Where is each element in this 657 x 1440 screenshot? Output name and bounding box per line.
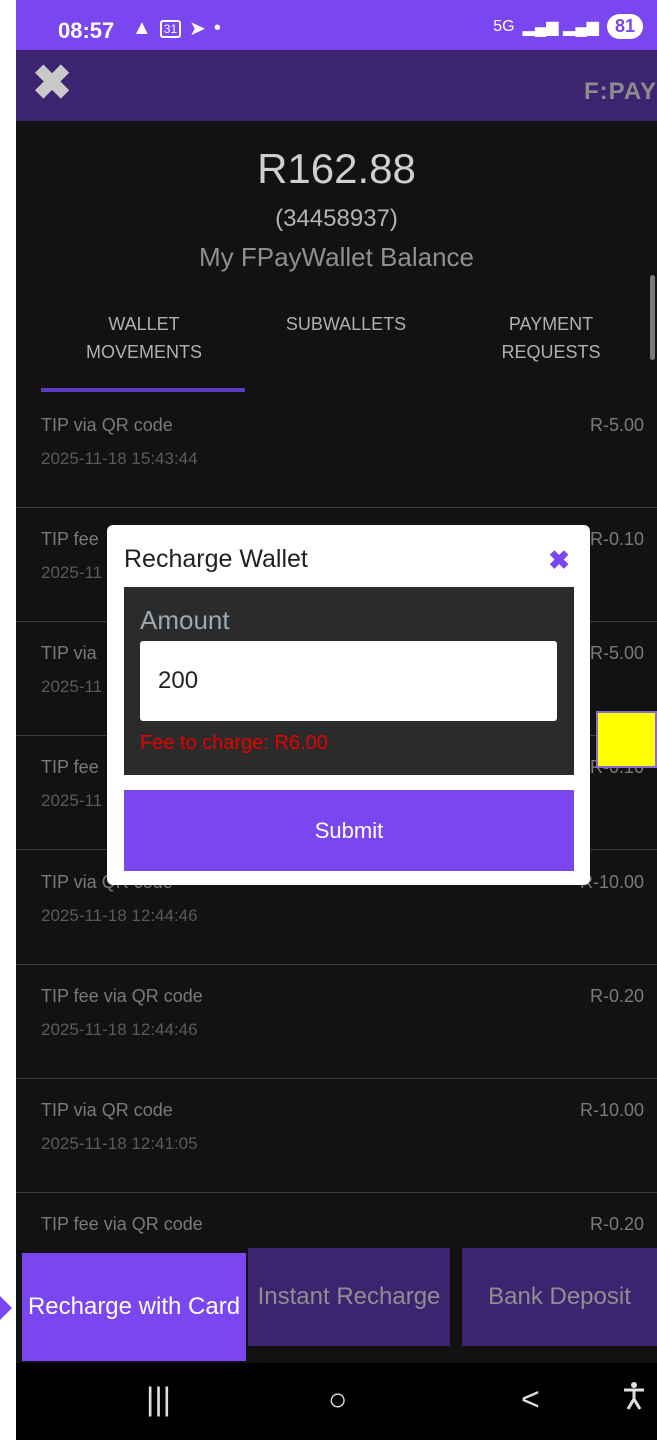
tx-date: 2025-11-18 12:44:46	[41, 1020, 198, 1039]
tx-amount: R-5.00	[589, 643, 644, 663]
tx-amount: R-10.00	[579, 1100, 644, 1120]
amount-box: Amount Fee to charge: R6.00	[124, 587, 574, 775]
close-icon[interactable]: ✖	[32, 60, 72, 108]
signal-icon: ▂▄▆ ▂▄▆	[522, 18, 599, 36]
close-icon[interactable]: ✖	[548, 545, 570, 576]
tx-title: TIP via	[41, 643, 97, 663]
list-item[interactable]: TIP fee via QR code 2025-11-18 12:44:46 …	[16, 964, 657, 1079]
scrollbar[interactable]	[650, 275, 655, 360]
tab-subwallets[interactable]: SUBWALLETS	[271, 310, 421, 338]
tx-amount: R-0.20	[589, 1214, 644, 1234]
amount-label: Amount	[140, 605, 230, 635]
bottom-action-bar: Recharge with Card Instant Recharge Bank…	[16, 1248, 657, 1363]
tx-title: TIP fee	[41, 529, 99, 549]
home-icon[interactable]: ○	[328, 1381, 347, 1418]
amount-input[interactable]	[140, 641, 557, 721]
tx-amount: R-5.00	[589, 415, 644, 435]
app-screen: 08:57 ▲ 31 ➤ • 5G ▂▄▆ ▂▄▆ 81 ✖ F:PAY R16…	[16, 0, 657, 1440]
tx-title: TIP fee via QR code	[41, 986, 203, 1006]
recharge-wallet-modal: Recharge Wallet ✖ Amount Fee to charge: …	[107, 525, 590, 885]
list-item[interactable]: TIP via QR code 2025-11-18 12:41:05 R-10…	[16, 1078, 657, 1193]
tx-title: TIP fee	[41, 757, 99, 777]
tx-date: 2025-11-18 12:41:05	[41, 1134, 198, 1153]
fee-text: Fee to charge: R6.00	[140, 732, 328, 754]
battery-level: 81	[606, 14, 643, 39]
tx-title: TIP via QR code	[41, 1100, 173, 1120]
app-bar: ✖ F:PAY	[16, 50, 657, 121]
dot-icon: •	[213, 17, 221, 39]
highlight-marker	[596, 711, 657, 768]
modal-title: Recharge Wallet	[124, 545, 308, 573]
status-icons: ▲ 31 ➤ •	[132, 16, 221, 41]
tx-date: 2025-11	[41, 563, 103, 582]
list-item[interactable]: TIP via QR code 2025-11-18 15:43:44 R-5.…	[16, 393, 657, 508]
recharge-with-card-button[interactable]: Recharge with Card	[22, 1253, 246, 1361]
instant-recharge-button[interactable]: Instant Recharge	[248, 1248, 450, 1346]
status-bar: 08:57 ▲ 31 ➤ • 5G ▂▄▆ ▂▄▆ 81	[16, 0, 657, 50]
tab-payment-requests[interactable]: PAYMENT REQUESTS	[476, 310, 626, 366]
submit-button[interactable]: Submit	[124, 790, 574, 871]
status-right-icons: 5G ▂▄▆ ▂▄▆ 81	[493, 14, 643, 39]
tx-date: 2025-11-18 12:44:46	[41, 906, 198, 925]
recents-icon[interactable]: |||	[146, 1381, 171, 1418]
wallet-title: My FPayWallet Balance	[198, 242, 475, 272]
left-edge-indicator	[0, 1296, 12, 1320]
tx-date: 2025-11-18 15:43:44	[41, 449, 198, 468]
accessibility-icon[interactable]	[622, 1381, 646, 1419]
telegram-icon: ➤	[189, 18, 206, 40]
tab-wallet-movements[interactable]: WALLET MOVEMENTS	[64, 310, 224, 366]
status-time: 08:57	[58, 18, 115, 43]
tx-date: 2025-11	[41, 791, 103, 810]
active-tab-indicator	[41, 388, 245, 392]
tx-amount: R-0.10	[589, 529, 644, 549]
tx-amount: R-0.20	[589, 986, 644, 1006]
calendar-icon: 31	[159, 19, 182, 38]
bank-deposit-button[interactable]: Bank Deposit	[462, 1248, 657, 1346]
tx-title: TIP via QR code	[41, 415, 173, 435]
tx-date: 2025-11	[41, 677, 103, 696]
system-nav-bar: ||| ○ <	[16, 1363, 657, 1440]
account-number: (34458937)	[275, 205, 398, 232]
fpay-logo: F:PAY	[583, 78, 657, 105]
back-icon[interactable]: <	[521, 1381, 540, 1418]
network-label: 5G	[493, 17, 515, 35]
wallet-balance: R162.88	[257, 145, 416, 192]
tx-title: TIP fee via QR code	[41, 1214, 203, 1234]
warning-icon: ▲	[132, 17, 152, 39]
